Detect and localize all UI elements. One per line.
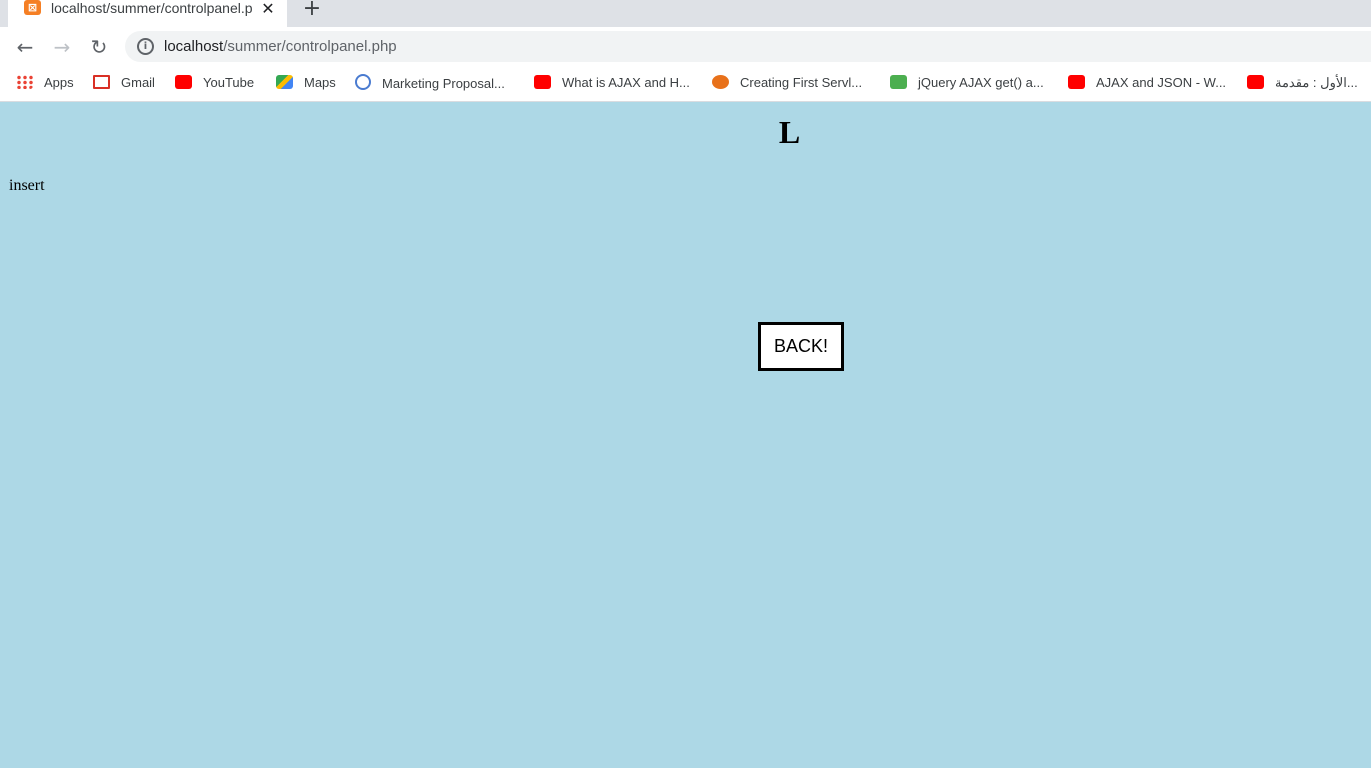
bookmark-label: Creating First Servl...: [740, 75, 863, 90]
bookmark-marketing[interactable]: Marketing Proposal...: [355, 74, 505, 92]
bookmark-youtube[interactable]: YouTube: [175, 74, 254, 92]
url-host: localhost: [164, 38, 224, 55]
maps-icon: [276, 75, 293, 89]
bookmark-label: Marketing Proposal...: [382, 76, 505, 91]
bookmark-ajax-video[interactable]: What is AJAX and H...: [534, 74, 690, 92]
back-button[interactable]: BACK!: [758, 322, 844, 371]
insert-link[interactable]: insert: [9, 176, 45, 196]
url-path: /summer/controlpanel.php: [223, 38, 397, 55]
page-heading: L: [778, 114, 801, 150]
back-arrow-icon[interactable]: ←: [12, 34, 38, 60]
tutorial-icon: [712, 75, 729, 89]
bookmark-servlet[interactable]: Creating First Servl...: [712, 74, 862, 92]
youtube-icon: [1068, 75, 1085, 89]
bookmark-label: What is AJAX and H...: [562, 75, 690, 90]
bookmark-label: Apps: [44, 75, 74, 90]
browser-toolbar: ← → ↻ i localhost/summer/controlpanel.ph…: [0, 27, 1371, 66]
bookmark-jquery[interactable]: jQuery AJAX get() a...: [890, 74, 1044, 92]
bookmark-maps[interactable]: Maps: [276, 74, 336, 92]
url-text[interactable]: localhost/summer/controlpanel.php: [164, 31, 397, 62]
bookmark-arabic[interactable]: الأول : مقدمة...: [1247, 74, 1358, 92]
apps-grid-icon: [16, 75, 33, 89]
tab-title: localhost/summer/controlpanel.p: [51, 0, 253, 16]
address-bar[interactable]: i localhost/summer/controlpanel.php: [125, 31, 1371, 62]
bookmark-gmail[interactable]: Gmail: [93, 74, 155, 92]
tab-strip: ⊠ localhost/summer/controlpanel.p ✕ +: [0, 0, 1371, 27]
bookmark-label: YouTube: [203, 75, 255, 90]
xampp-favicon-icon: ⊠: [24, 0, 41, 15]
bookmark-apps[interactable]: Apps: [16, 74, 74, 92]
bookmark-label: AJAX and JSON - W...: [1096, 75, 1227, 90]
youtube-icon: [175, 75, 192, 89]
bookmark-ajax-json[interactable]: AJAX and JSON - W...: [1068, 74, 1226, 92]
bookmarks-bar: Apps Gmail YouTube Maps Marketing Propos…: [0, 66, 1371, 102]
youtube-icon: [1247, 75, 1264, 89]
forward-arrow-icon[interactable]: →: [49, 34, 75, 60]
youtube-icon: [534, 75, 551, 89]
close-icon[interactable]: ✕: [260, 0, 276, 17]
bookmark-label: Maps: [304, 75, 336, 90]
new-tab-button[interactable]: +: [300, 0, 324, 20]
bookmark-label: Gmail: [121, 75, 155, 90]
globe-icon: [355, 74, 371, 90]
w3schools-icon: [890, 75, 907, 89]
browser-tab[interactable]: ⊠ localhost/summer/controlpanel.p ✕: [8, 0, 287, 27]
bookmark-label: jQuery AJAX get() a...: [918, 75, 1044, 90]
gmail-icon: [93, 75, 110, 89]
bookmark-label: الأول : مقدمة...: [1275, 75, 1358, 90]
reload-icon[interactable]: ↻: [86, 34, 112, 60]
info-icon[interactable]: i: [137, 38, 154, 55]
